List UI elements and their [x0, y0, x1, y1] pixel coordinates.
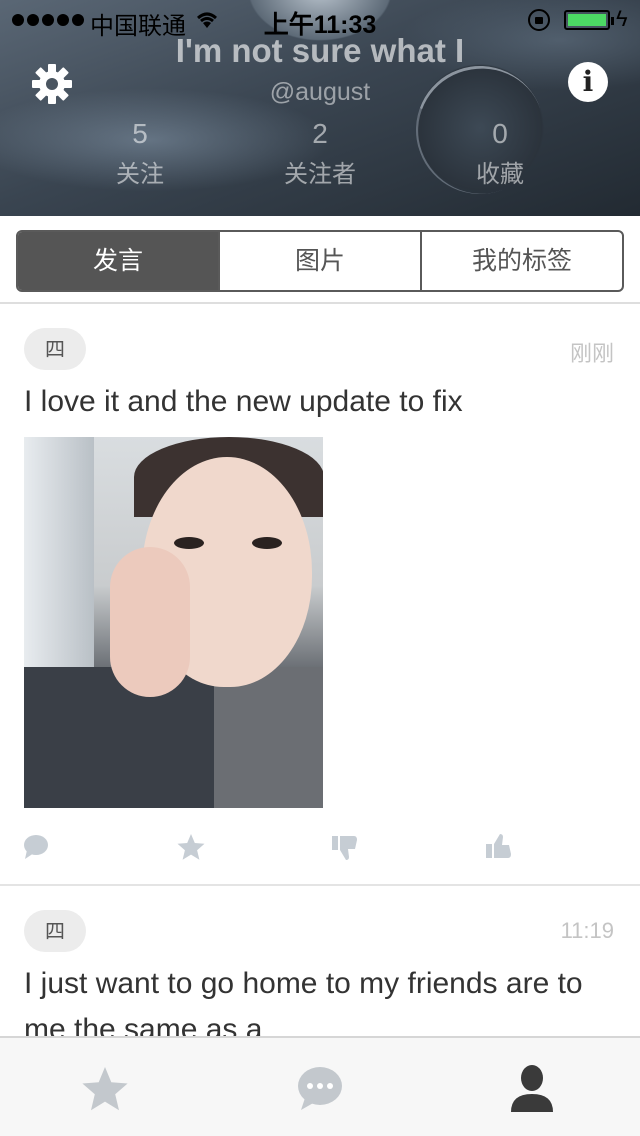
post-time: 刚刚	[569, 341, 614, 366]
tab-my-tags[interactable]: 我的标签	[420, 232, 622, 290]
thumbs-up-icon[interactable]	[484, 832, 514, 862]
stat-favorites[interactable]: 0 收藏	[440, 118, 560, 189]
post-tag[interactable]: 四	[24, 910, 86, 952]
star-icon[interactable]	[176, 832, 206, 862]
tab-pictures[interactable]: 图片	[218, 232, 420, 290]
rotation-lock-icon	[528, 9, 550, 31]
stat-label: 关注者	[284, 161, 356, 188]
stat-following[interactable]: 5 关注	[80, 118, 200, 189]
stat-count: 2	[312, 118, 328, 149]
tab-posts[interactable]: 发言	[18, 232, 218, 290]
tab-bar	[0, 1036, 640, 1136]
post-tag[interactable]: 四	[24, 328, 86, 370]
gear-icon[interactable]	[30, 62, 74, 106]
post-photo[interactable]	[24, 437, 323, 808]
stat-followers[interactable]: 2 关注者	[260, 118, 380, 189]
stat-label: 收藏	[476, 161, 524, 188]
star-icon[interactable]	[80, 1064, 130, 1114]
divider	[0, 884, 640, 886]
profile-handle: @august	[269, 78, 371, 106]
battery-fill	[568, 14, 606, 26]
charging-icon: ϟ	[616, 6, 628, 31]
post-actions	[0, 828, 640, 868]
divider	[0, 302, 640, 304]
post-text: I love it and the new update to fix	[24, 385, 463, 418]
profile-name: I'm not sure what I	[175, 32, 465, 69]
segmented-control: 发言 图片 我的标签	[16, 230, 624, 292]
stat-label: 关注	[116, 161, 164, 188]
stat-count: 5	[132, 118, 148, 149]
info-icon[interactable]: i	[568, 62, 608, 102]
post-time: 11:19	[560, 918, 614, 943]
comment-icon[interactable]	[22, 832, 52, 862]
person-icon[interactable]	[507, 1064, 557, 1114]
battery-icon	[564, 10, 614, 30]
profile-header: 中国联通 上午11:33 ϟ I'm not sure what I @augu…	[0, 0, 640, 216]
chat-bubble-icon[interactable]	[295, 1064, 345, 1114]
thumbs-down-icon[interactable]	[330, 832, 360, 862]
stat-count: 0	[492, 118, 508, 149]
